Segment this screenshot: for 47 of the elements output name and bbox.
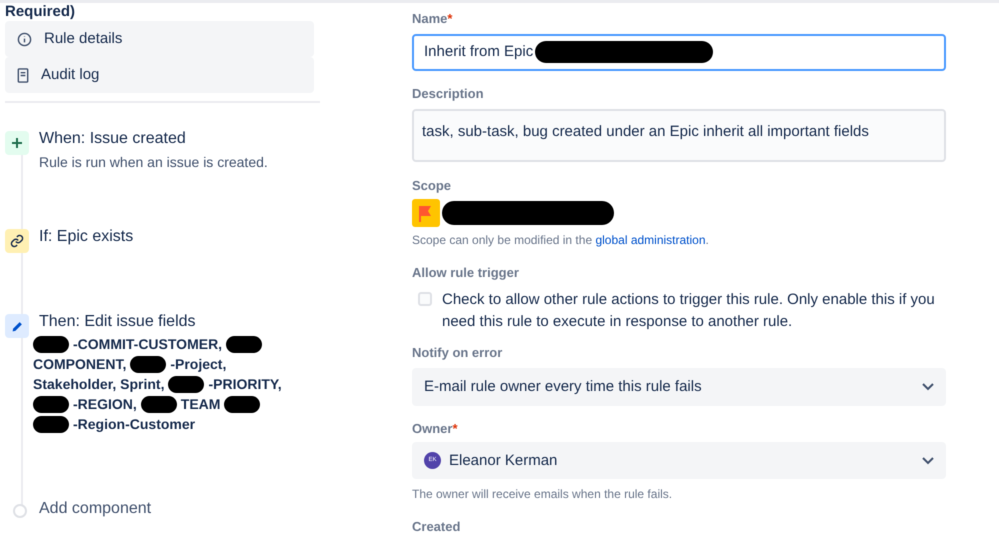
global-administration-link[interactable]: global administration xyxy=(595,233,706,248)
link-icon xyxy=(5,229,29,253)
field-label: Created xyxy=(412,518,462,536)
sidebar-heading: Required) xyxy=(5,4,76,19)
project-avatar-icon xyxy=(412,199,440,228)
info-icon xyxy=(17,32,32,46)
redaction-mark xyxy=(33,336,69,352)
step-title[interactable]: Then: Edit issue fields xyxy=(39,312,282,332)
field-label: Allow rule trigger xyxy=(412,264,520,282)
field-label: Scope xyxy=(412,176,452,195)
step-title[interactable]: Add component xyxy=(39,499,152,519)
field-name: COMPONENT, xyxy=(33,355,126,374)
redaction-mark xyxy=(33,416,69,432)
field-label: Notify on error xyxy=(412,344,504,362)
pencil-icon xyxy=(5,314,29,338)
step-title[interactable]: When: Issue created xyxy=(39,129,268,149)
checkbox[interactable] xyxy=(418,292,432,306)
redaction-mark xyxy=(168,376,204,392)
field-name: TEAM xyxy=(180,395,220,414)
field-name: -COMMIT-CUSTOMER, xyxy=(73,335,222,354)
field-label: Description xyxy=(412,85,485,104)
field-name: -Project, xyxy=(170,355,226,374)
field-name: -Region-Customer xyxy=(73,415,196,434)
plus-icon xyxy=(5,131,29,155)
chevron-down-icon xyxy=(922,383,934,392)
description-field[interactable]: task, sub-task, bug created under an Epic inherit all important fields xyxy=(412,108,946,162)
field-label: Name* xyxy=(412,10,454,28)
field-name: -PRIORITY, xyxy=(208,375,282,394)
step-title[interactable]: If: Epic exists xyxy=(39,227,134,247)
redaction-mark xyxy=(33,396,69,412)
scope-note: Scope can only be modified in the global administration. xyxy=(412,232,710,250)
owner-help: The owner will receive emails when the rule fails. xyxy=(412,486,674,504)
redaction-mark xyxy=(140,396,177,412)
document-icon xyxy=(17,68,29,82)
sidebar-item[interactable]: Rule details xyxy=(5,21,314,57)
redaction-mark xyxy=(224,396,260,412)
step-detail: Rule is run when an issue is created. xyxy=(39,153,268,172)
field-name: -REGION, xyxy=(73,395,137,414)
sidebar-item[interactable]: Audit log xyxy=(5,57,314,93)
field-label: Owner* xyxy=(412,420,459,438)
chevron-down-icon xyxy=(922,456,934,465)
name-field[interactable]: Inherit from Epic xyxy=(412,34,946,72)
checkbox-label: Check to allow other rule actions to trigger this rule. Only enable this if you need this rule to execute in response to another rule. xyxy=(442,290,936,332)
redaction-mark xyxy=(130,356,166,372)
field-name: Stakeholder, Sprint, xyxy=(33,375,164,394)
notify-select[interactable]: E-mail rule owner every time this rule fails xyxy=(412,368,946,406)
redaction-mark xyxy=(226,336,262,352)
